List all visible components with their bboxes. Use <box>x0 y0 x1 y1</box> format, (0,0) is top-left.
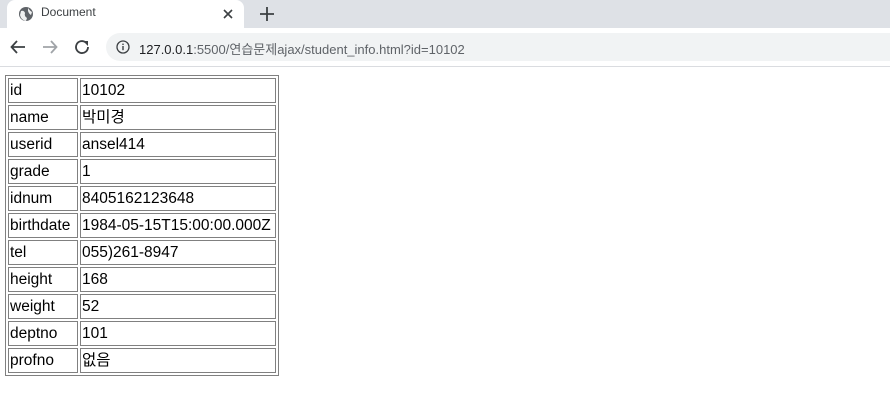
field-value: 없음 <box>80 348 276 373</box>
table-row: id 10102 <box>8 78 276 103</box>
field-label: birthdate <box>8 213 78 238</box>
table-row: idnum 8405162123648 <box>8 186 276 211</box>
url-path: :5500/연습문제ajax/student_info.html?id=1010… <box>193 42 465 57</box>
table-row: deptno 101 <box>8 321 276 346</box>
url-host: 127.0.0.1 <box>139 42 194 57</box>
field-value: 055)261-8947 <box>80 240 276 265</box>
field-value: 1984-05-15T15:00:00.000Z <box>80 213 276 238</box>
globe-icon <box>19 7 33 21</box>
table-row: userid ansel414 <box>8 132 276 157</box>
field-label: profno <box>8 348 78 373</box>
field-label: name <box>8 105 78 130</box>
field-label: id <box>8 78 78 103</box>
table-row: height 168 <box>8 267 276 292</box>
field-value: 52 <box>80 294 276 319</box>
close-icon[interactable] <box>221 7 235 21</box>
field-label: deptno <box>8 321 78 346</box>
info-icon[interactable] <box>116 40 130 54</box>
table-row: tel 055)261-8947 <box>8 240 276 265</box>
tab-title: Document <box>41 5 96 19</box>
field-label: tel <box>8 240 78 265</box>
reload-icon[interactable] <box>73 38 91 56</box>
table-row: birthdate 1984-05-15T15:00:00.000Z <box>8 213 276 238</box>
address-bar[interactable]: 127.0.0.1:5500/연습문제ajax/student_info.htm… <box>106 33 890 61</box>
field-value: 8405162123648 <box>80 186 276 211</box>
field-value: 101 <box>80 321 276 346</box>
student-info-table: id 10102 name 박미경 userid ansel414 grade 1 idnum 8… <box>5 75 279 376</box>
tab-document[interactable]: Document <box>7 0 244 28</box>
table-row: grade 1 <box>8 159 276 184</box>
field-value: 10102 <box>80 78 276 103</box>
page-content: id 10102 name 박미경 userid ansel414 grade 1 idnum 8… <box>0 67 890 401</box>
arrow-left-icon[interactable] <box>9 38 27 56</box>
field-label: idnum <box>8 186 78 211</box>
field-value: 1 <box>80 159 276 184</box>
plus-icon[interactable] <box>258 5 276 23</box>
browser-toolbar: 127.0.0.1:5500/연습문제ajax/student_info.htm… <box>0 28 890 67</box>
field-label: userid <box>8 132 78 157</box>
url-text: 127.0.0.1:5500/연습문제ajax/student_info.htm… <box>139 39 465 58</box>
tab-strip: Document <box>0 0 890 28</box>
field-value: ansel414 <box>80 132 276 157</box>
field-value: 박미경 <box>80 105 276 130</box>
field-value: 168 <box>80 267 276 292</box>
field-label: weight <box>8 294 78 319</box>
field-label: grade <box>8 159 78 184</box>
table-row: profno 없음 <box>8 348 276 373</box>
arrow-right-icon[interactable] <box>41 38 59 56</box>
field-label: height <box>8 267 78 292</box>
table-row: name 박미경 <box>8 105 276 130</box>
table-row: weight 52 <box>8 294 276 319</box>
